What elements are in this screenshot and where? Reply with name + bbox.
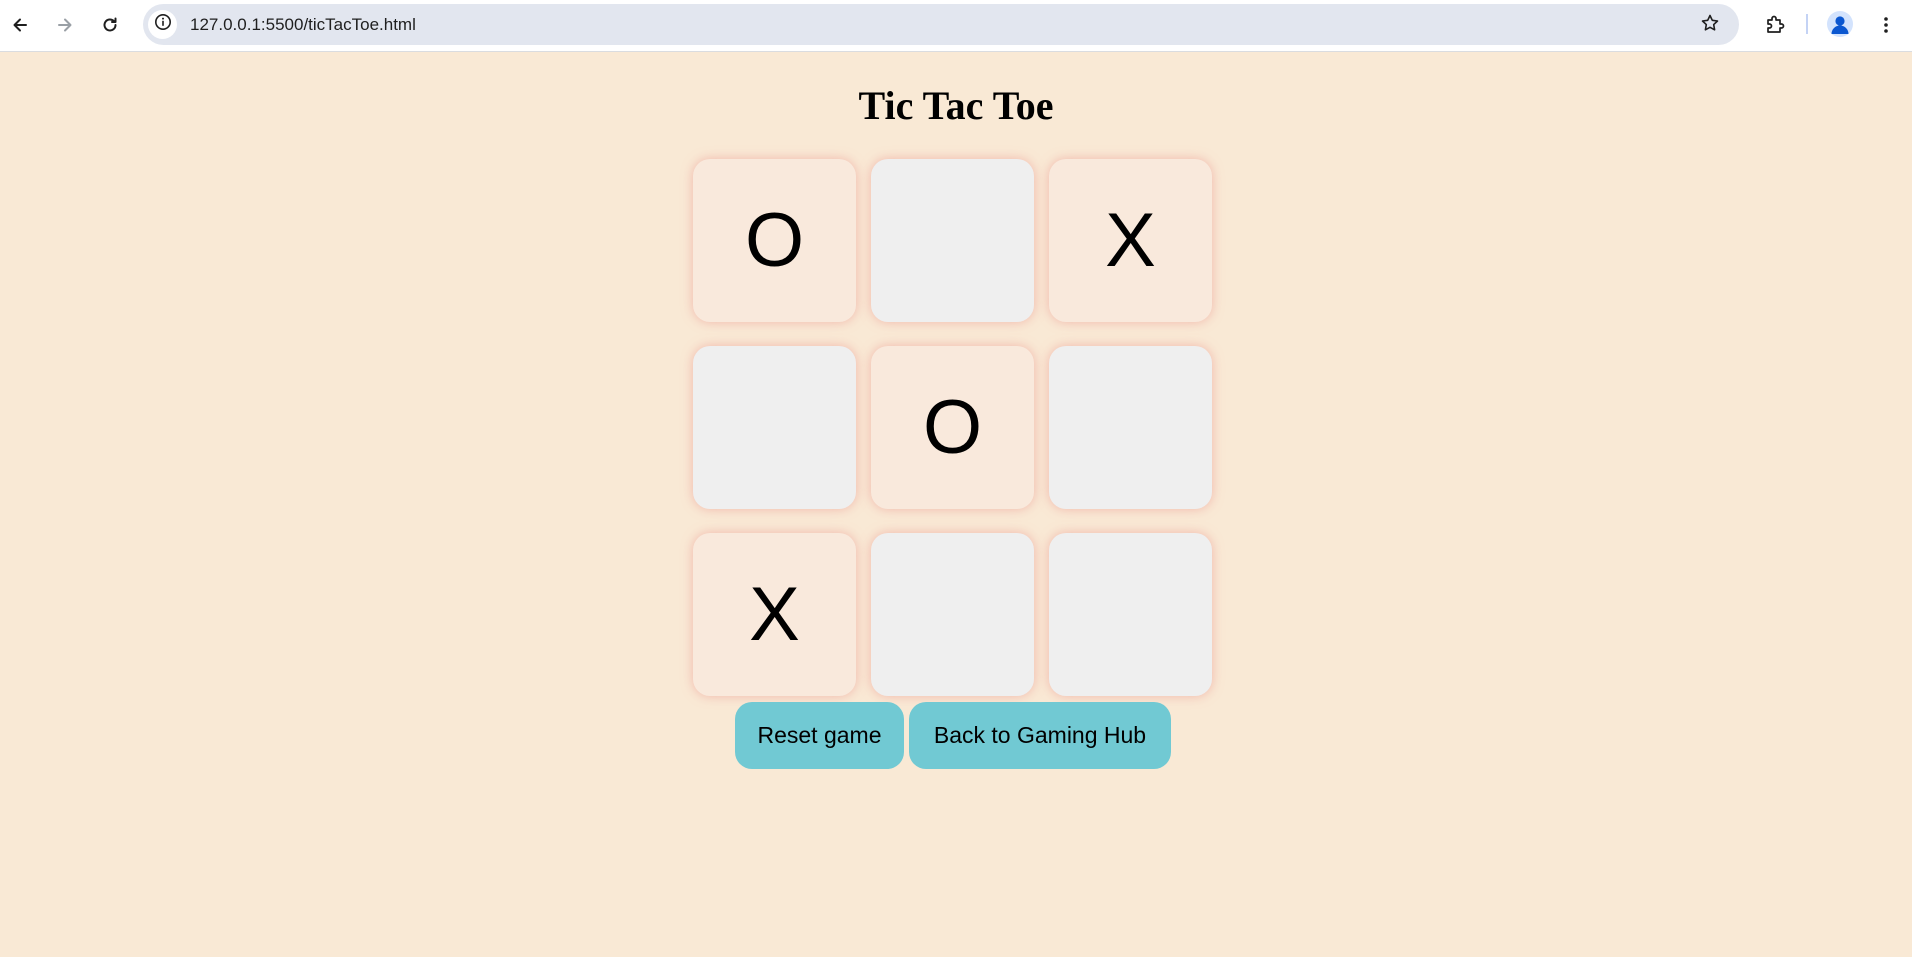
browser-toolbar: 127.0.0.1:5500/ticTacToe.html: [0, 0, 1912, 52]
board-cell[interactable]: [1049, 533, 1212, 696]
bookmark-button[interactable]: [1697, 12, 1723, 38]
board-cell[interactable]: [693, 346, 856, 509]
address-bar[interactable]: 127.0.0.1:5500/ticTacToe.html: [143, 4, 1739, 45]
game-board: O X O X: [693, 159, 1213, 696]
back-button[interactable]: [3, 8, 37, 42]
kebab-menu-icon: [1876, 15, 1896, 35]
reload-icon: [100, 15, 120, 35]
board-cell[interactable]: [871, 533, 1034, 696]
menu-button[interactable]: [1869, 8, 1903, 42]
star-icon: [1700, 13, 1720, 38]
board-cell[interactable]: O: [693, 159, 856, 322]
info-icon: [154, 13, 172, 36]
board-cell[interactable]: X: [693, 533, 856, 696]
site-info-button[interactable]: [148, 10, 177, 39]
board-cell[interactable]: X: [1049, 159, 1212, 322]
page-content: Tic Tac Toe O X O X Reset game Back to G…: [0, 52, 1912, 957]
arrow-left-icon: [10, 15, 30, 35]
board-cell[interactable]: O: [871, 346, 1034, 509]
forward-button[interactable]: [48, 8, 82, 42]
arrow-right-icon: [55, 15, 75, 35]
puzzle-icon: [1764, 14, 1786, 36]
profile-button[interactable]: [1827, 11, 1853, 37]
reset-game-button[interactable]: Reset game: [735, 702, 904, 769]
board-cell[interactable]: [1049, 346, 1212, 509]
extensions-button[interactable]: [1758, 8, 1792, 42]
toolbar-divider: [1806, 14, 1808, 34]
url-text[interactable]: 127.0.0.1:5500/ticTacToe.html: [190, 15, 416, 35]
back-to-hub-button[interactable]: Back to Gaming Hub: [909, 702, 1171, 769]
board-cell[interactable]: [871, 159, 1034, 322]
reload-button[interactable]: [93, 8, 127, 42]
person-icon: [1827, 16, 1853, 37]
page-title: Tic Tac Toe: [858, 83, 1054, 128]
